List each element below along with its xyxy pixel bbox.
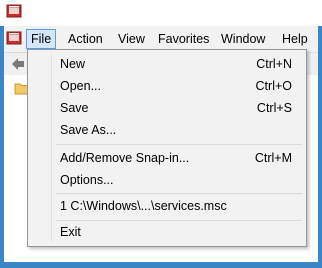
window-bottom-border — [0, 262, 322, 268]
menu-item-open[interactable]: Open... Ctrl+O — [28, 75, 306, 97]
menu-item-shortcut: Ctrl+O — [255, 79, 292, 93]
menu-window[interactable]: Window — [217, 30, 269, 48]
menu-item-shortcut: Ctrl+N — [256, 57, 292, 71]
menu-item-label: New — [60, 57, 86, 71]
file-menu-dropdown: New Ctrl+N Open... Ctrl+O Save Ctrl+S Sa… — [27, 49, 307, 247]
mmc-app-icon — [6, 4, 22, 18]
window-right-border — [318, 26, 322, 268]
menu-item-shortcut: Ctrl+M — [254, 151, 292, 165]
menu-item-save[interactable]: Save Ctrl+S — [28, 97, 306, 119]
menu-action[interactable]: Action — [64, 30, 107, 48]
menu-item-add-remove-snap-in[interactable]: Add/Remove Snap-in... Ctrl+M — [28, 147, 306, 169]
menu-item-label: Add/Remove Snap-in... — [60, 151, 190, 165]
menu-separator — [56, 193, 302, 194]
menu-item-recent-file[interactable]: 1 C:\Windows\...\services.msc — [28, 195, 306, 217]
menu-item-options[interactable]: Options... — [28, 169, 306, 191]
menu-separator — [56, 144, 302, 145]
mmc-window: File Action View Favorites Window Help N… — [0, 0, 322, 268]
back-arrow-icon[interactable] — [11, 57, 25, 71]
menu-file[interactable]: File — [26, 29, 57, 49]
menu-help[interactable]: Help — [278, 30, 312, 48]
menu-view[interactable]: View — [114, 30, 149, 48]
menu-item-new[interactable]: New Ctrl+N — [28, 53, 306, 75]
console-icon[interactable] — [6, 31, 22, 45]
menu-item-label: Save — [60, 101, 89, 115]
menu-item-label: Save As... — [60, 123, 117, 137]
menu-item-save-as[interactable]: Save As... — [28, 119, 306, 141]
menu-item-label: Options... — [60, 173, 114, 187]
menu-favorites[interactable]: Favorites — [154, 30, 213, 48]
menu-item-label: 1 C:\Windows\...\services.msc — [60, 199, 227, 213]
menu-item-label: Exit — [60, 225, 81, 239]
title-bar — [0, 0, 322, 26]
menu-item-shortcut: Ctrl+S — [256, 101, 292, 115]
menu-item-exit[interactable]: Exit — [28, 221, 306, 243]
menu-item-label: Open... — [60, 79, 101, 93]
